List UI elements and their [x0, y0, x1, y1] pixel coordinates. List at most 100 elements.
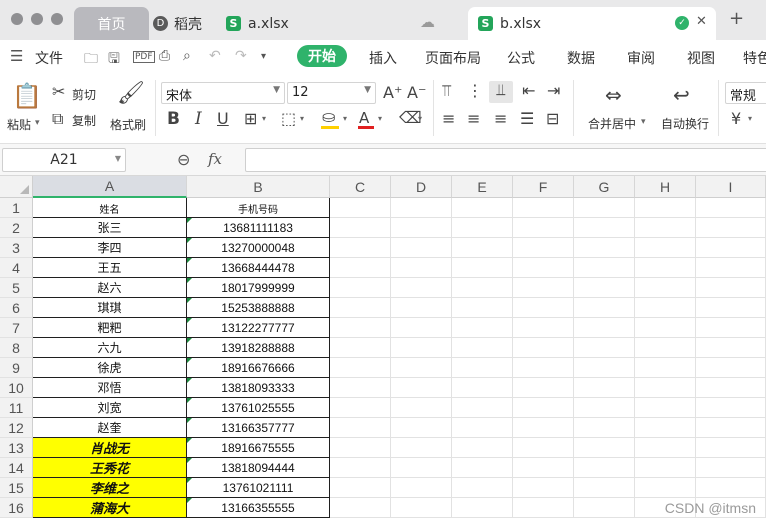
- merge-dropdown-icon[interactable]: ▾: [641, 117, 646, 127]
- empty-cell[interactable]: [452, 358, 513, 378]
- empty-cell[interactable]: [391, 398, 452, 418]
- currency-icon[interactable]: ¥: [731, 110, 741, 128]
- empty-cell[interactable]: [635, 338, 696, 358]
- empty-cell[interactable]: [696, 198, 766, 218]
- save-icon[interactable]: 🖫: [108, 48, 120, 72]
- increase-indent-icon[interactable]: ⇥: [547, 82, 560, 100]
- empty-cell[interactable]: [452, 418, 513, 438]
- tab-a-xlsx[interactable]: S a.xlsx: [226, 7, 289, 40]
- tab-docer[interactable]: D 稻壳: [153, 7, 202, 40]
- underline-icon[interactable]: U: [217, 110, 229, 128]
- name-cell[interactable]: 肖战无: [33, 438, 187, 458]
- column-header-g[interactable]: G: [574, 176, 635, 198]
- empty-cell[interactable]: [330, 198, 391, 218]
- fill-color-icon[interactable]: ⛀: [322, 108, 335, 126]
- empty-cell[interactable]: [635, 418, 696, 438]
- phone-cell[interactable]: 13818094444: [187, 458, 330, 478]
- empty-cell[interactable]: [452, 298, 513, 318]
- column-header-c[interactable]: C: [330, 176, 391, 198]
- empty-cell[interactable]: [330, 438, 391, 458]
- empty-cell[interactable]: [574, 278, 635, 298]
- format-painter-icon[interactable]: 🖌: [117, 82, 145, 106]
- empty-cell[interactable]: [574, 338, 635, 358]
- name-cell[interactable]: 粑粑: [33, 318, 187, 338]
- merge-center-button[interactable]: 合并居中: [588, 115, 636, 132]
- decrease-font-size-icon[interactable]: A⁻: [407, 84, 426, 102]
- empty-cell[interactable]: [696, 238, 766, 258]
- menu-review[interactable]: 审阅: [627, 48, 655, 68]
- copy-button[interactable]: 复制: [72, 112, 96, 129]
- empty-cell[interactable]: [635, 478, 696, 498]
- align-center-icon[interactable]: ≡: [467, 110, 480, 128]
- column-header-h[interactable]: H: [635, 176, 696, 198]
- name-cell[interactable]: 六九: [33, 338, 187, 358]
- hamburger-menu-icon[interactable]: ☰: [10, 47, 23, 65]
- empty-cell[interactable]: [330, 298, 391, 318]
- empty-cell[interactable]: [330, 418, 391, 438]
- empty-cell[interactable]: [330, 238, 391, 258]
- align-bottom-icon[interactable]: ⫫: [489, 81, 513, 103]
- empty-cell[interactable]: [696, 358, 766, 378]
- empty-cell[interactable]: [696, 318, 766, 338]
- empty-cell[interactable]: [452, 258, 513, 278]
- menu-special[interactable]: 特色: [743, 48, 766, 68]
- name-cell[interactable]: 蒲海大: [33, 498, 187, 518]
- phone-cell[interactable]: 15253888888: [187, 298, 330, 318]
- formula-input[interactable]: [245, 148, 766, 172]
- menu-file[interactable]: 文件: [35, 48, 63, 68]
- empty-cell[interactable]: [696, 338, 766, 358]
- empty-cell[interactable]: [635, 238, 696, 258]
- select-all-corner[interactable]: [0, 176, 33, 198]
- close-tab-icon[interactable]: ✕: [696, 14, 707, 29]
- empty-cell[interactable]: [513, 438, 574, 458]
- column-header-b[interactable]: B: [187, 176, 330, 198]
- empty-cell[interactable]: [635, 458, 696, 478]
- paste-icon[interactable]: 📋: [12, 83, 42, 109]
- empty-cell[interactable]: [391, 378, 452, 398]
- empty-cell[interactable]: [574, 298, 635, 318]
- row-header[interactable]: 14: [0, 458, 33, 478]
- column-header-f[interactable]: F: [513, 176, 574, 198]
- name-cell[interactable]: 琪琪: [33, 298, 187, 318]
- empty-cell[interactable]: [635, 198, 696, 218]
- empty-cell[interactable]: [452, 278, 513, 298]
- zoom-search-icon[interactable]: ⊖: [177, 151, 190, 169]
- empty-cell[interactable]: [574, 358, 635, 378]
- align-middle-icon[interactable]: ⋮: [467, 82, 483, 100]
- empty-cell[interactable]: [696, 438, 766, 458]
- open-folder-icon[interactable]: 🗀: [84, 48, 98, 72]
- font-color-dropdown-icon[interactable]: ▾: [378, 114, 382, 123]
- column-header-i[interactable]: I: [696, 176, 766, 198]
- format-painter-button[interactable]: 格式刷: [110, 116, 146, 133]
- empty-cell[interactable]: [574, 438, 635, 458]
- align-left-icon[interactable]: ≡: [442, 110, 455, 128]
- empty-cell[interactable]: [513, 398, 574, 418]
- empty-cell[interactable]: [330, 398, 391, 418]
- column-header-a[interactable]: A: [33, 176, 187, 198]
- phone-header-cell[interactable]: 手机号码: [187, 198, 330, 218]
- empty-cell[interactable]: [391, 338, 452, 358]
- row-header[interactable]: 1: [0, 198, 33, 218]
- font-color-icon[interactable]: A: [359, 109, 369, 127]
- empty-cell[interactable]: [391, 478, 452, 498]
- align-right-icon[interactable]: ≡: [494, 110, 507, 128]
- print-icon[interactable]: ⎙: [159, 48, 170, 64]
- font-size-select[interactable]: 12 ▼: [287, 82, 376, 104]
- row-header[interactable]: 9: [0, 358, 33, 378]
- menu-formulas[interactable]: 公式: [507, 48, 535, 68]
- empty-cell[interactable]: [635, 438, 696, 458]
- empty-cell[interactable]: [513, 218, 574, 238]
- empty-cell[interactable]: [452, 378, 513, 398]
- merge-center-icon[interactable]: ⇔: [605, 84, 622, 106]
- empty-cell[interactable]: [330, 338, 391, 358]
- increase-font-size-icon[interactable]: A⁺: [383, 84, 402, 102]
- empty-cell[interactable]: [635, 378, 696, 398]
- empty-cell[interactable]: [330, 358, 391, 378]
- row-header[interactable]: 10: [0, 378, 33, 398]
- align-top-icon[interactable]: ⫪: [442, 82, 451, 100]
- phone-cell[interactable]: 13166355555: [187, 498, 330, 518]
- italic-icon[interactable]: I: [195, 110, 202, 128]
- print-preview-icon[interactable]: ⌕: [183, 48, 191, 64]
- name-cell[interactable]: 李维之: [33, 478, 187, 498]
- row-header[interactable]: 7: [0, 318, 33, 338]
